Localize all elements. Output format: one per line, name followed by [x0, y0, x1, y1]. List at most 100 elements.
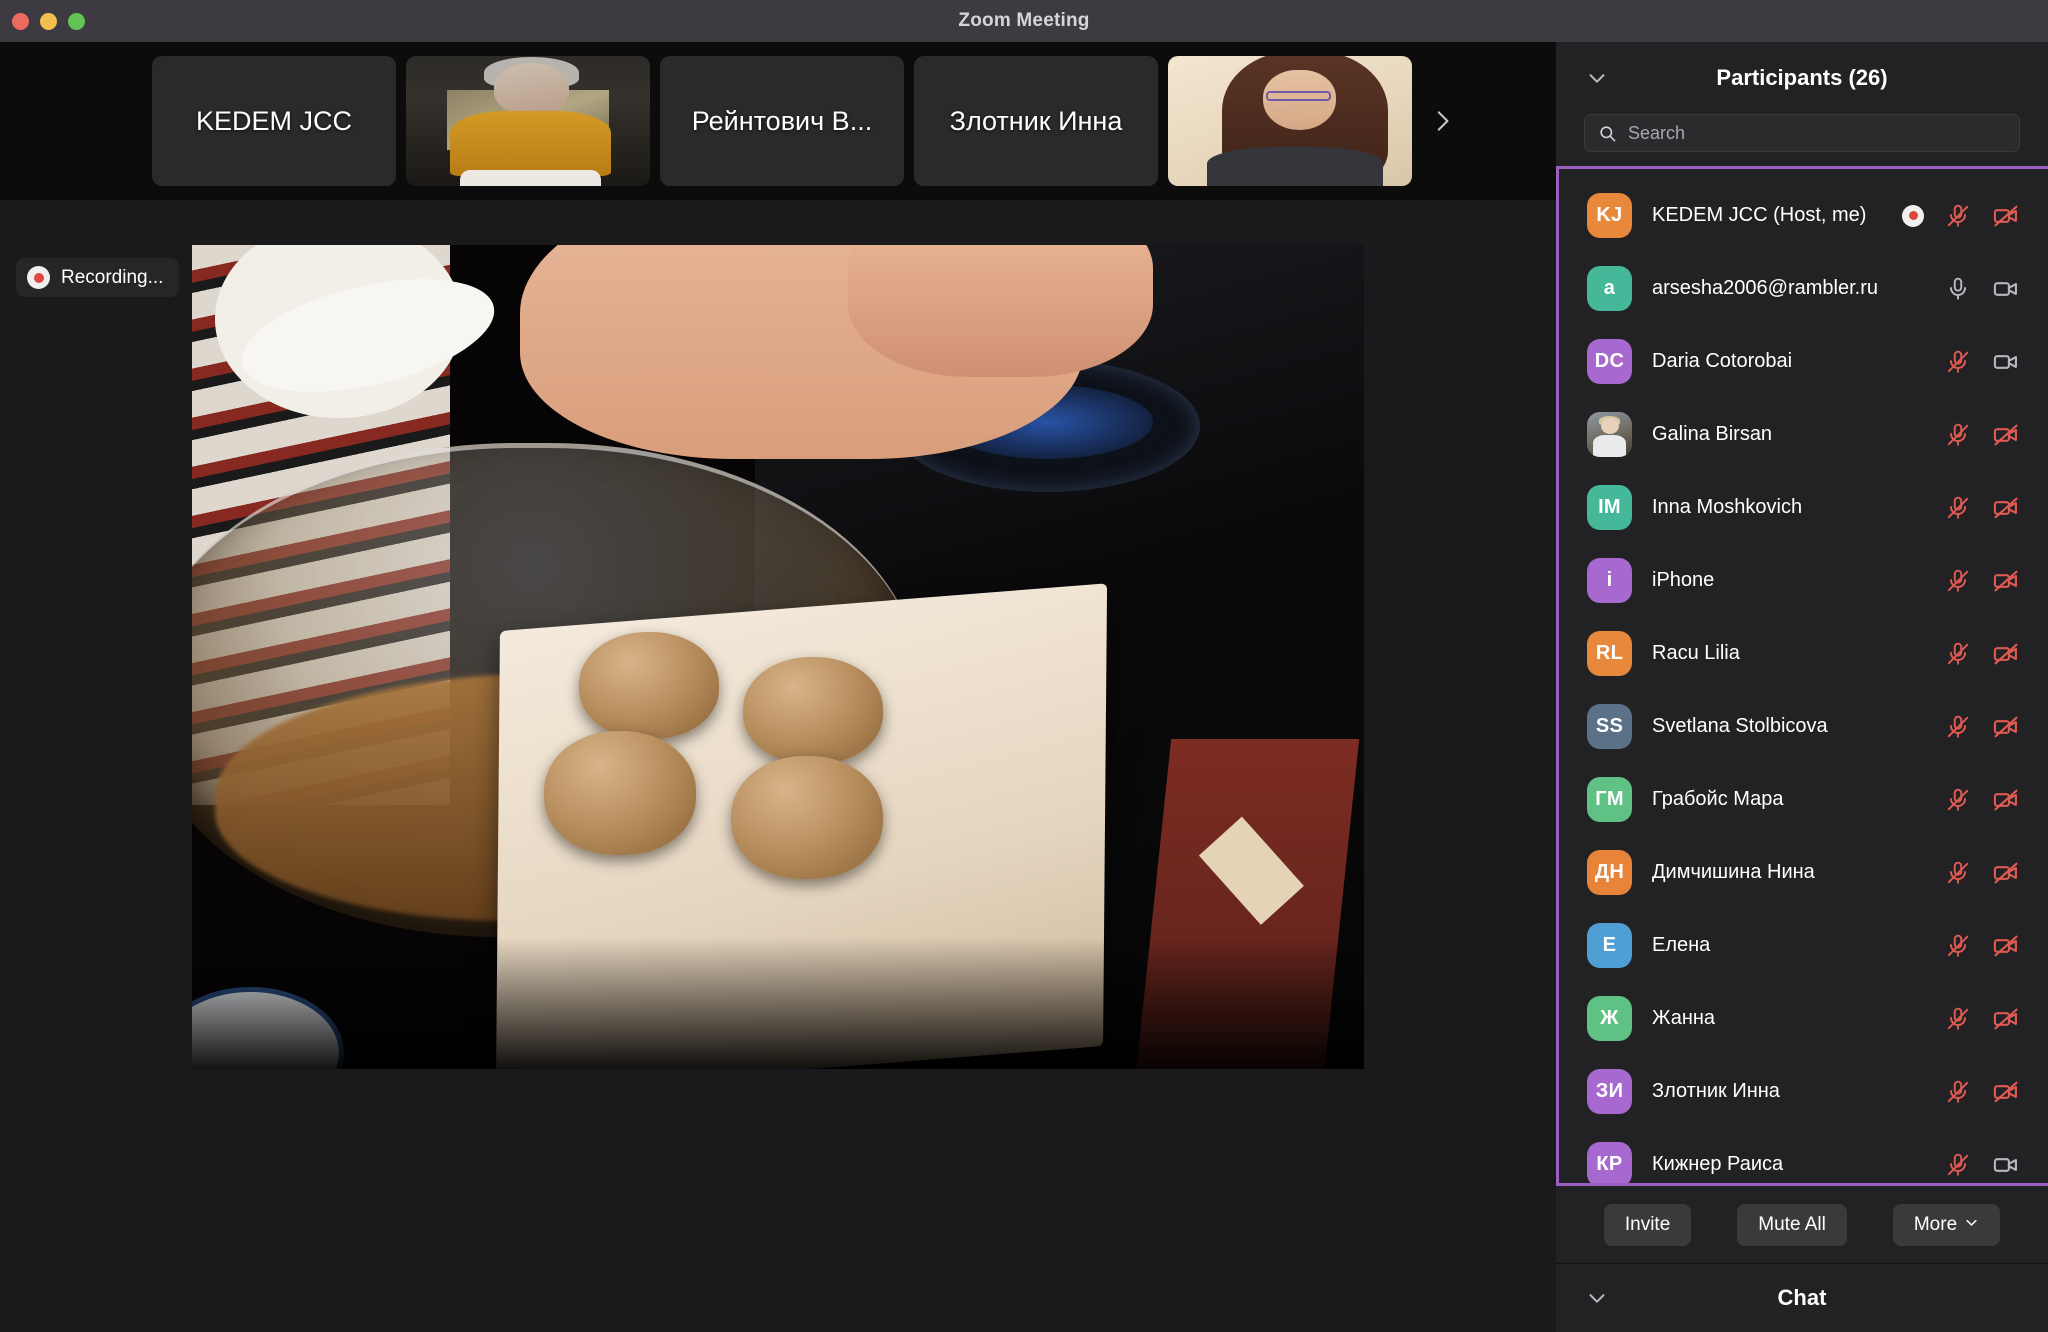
participant-status-icons — [1944, 1078, 2020, 1106]
avatar: ГМ — [1587, 777, 1632, 822]
close-window-button[interactable] — [12, 12, 29, 30]
avatar-initials: KJ — [1596, 204, 1623, 226]
camera-off-icon[interactable] — [1992, 640, 2020, 668]
participant-name: Daria Cotorobai — [1652, 350, 1793, 372]
participant-row[interactable]: i iPhone — [1559, 544, 2048, 617]
avatar: KJ — [1587, 193, 1632, 238]
chevron-down-icon[interactable] — [1586, 1287, 1608, 1309]
participant-row[interactable]: Galina Birsan — [1559, 398, 2048, 471]
avatar: SS — [1587, 704, 1632, 749]
camera-off-icon[interactable] — [1992, 202, 2020, 230]
thumbnail-video-feed — [1168, 56, 1412, 186]
video-frame-art — [192, 245, 1364, 1069]
maximize-window-button[interactable] — [68, 12, 85, 30]
camera-off-icon[interactable] — [1992, 713, 2020, 741]
microphone-muted-icon[interactable] — [1944, 1151, 1972, 1179]
participant-row[interactable]: ЗИ Злотник Инна — [1559, 1055, 2048, 1128]
avatar: i — [1587, 558, 1632, 603]
participant-name: arsesha2006@rambler.ru — [1652, 277, 1878, 299]
participants-list[interactable]: KJ KEDEM JCC (Host, me) a arsesha2006@rambl… — [1559, 169, 2048, 1183]
filmstrip-thumbnail-reyntovich[interactable]: Рейнтович В... — [660, 56, 904, 186]
microphone-muted-icon[interactable] — [1944, 786, 1972, 814]
recording-label: Recording... — [61, 266, 164, 288]
avatar-initials: IM — [1598, 496, 1621, 518]
microphone-muted-icon[interactable] — [1944, 713, 1972, 741]
participant-name: Елена — [1652, 934, 1711, 956]
microphone-muted-icon[interactable] — [1944, 494, 1972, 522]
camera-icon[interactable] — [1992, 275, 2020, 303]
filmstrip-thumbnail-kedem-jcc[interactable]: KEDEM JCC — [152, 56, 396, 186]
filmstrip-thumbnail-video-galina[interactable] — [406, 56, 650, 186]
avatar: ЗИ — [1587, 1069, 1632, 1114]
participant-row[interactable]: a arsesha2006@rambler.ru — [1559, 252, 2048, 325]
participant-row[interactable]: Е Елена — [1559, 909, 2048, 982]
camera-off-icon[interactable] — [1992, 1005, 2020, 1033]
participant-status-icons — [1944, 567, 2020, 595]
avatar: КР — [1587, 1142, 1632, 1183]
participant-row[interactable]: RL Racu Lilia — [1559, 617, 2048, 690]
participant-name: Svetlana Stolbicova — [1652, 715, 1828, 737]
microphone-muted-icon[interactable] — [1944, 202, 1972, 230]
chevron-down-icon[interactable] — [1586, 67, 1608, 89]
mute-all-button[interactable]: Mute All — [1737, 1203, 1847, 1246]
record-dot-icon — [27, 266, 50, 289]
chevron-right-icon[interactable] — [1422, 56, 1462, 186]
microphone-muted-icon[interactable] — [1944, 567, 1972, 595]
camera-off-icon[interactable] — [1992, 567, 2020, 595]
shared-video-content[interactable] — [192, 245, 1364, 1069]
traffic-lights — [12, 0, 85, 42]
avatar-initials: ЗИ — [1595, 1080, 1624, 1102]
camera-off-icon[interactable] — [1992, 1078, 2020, 1106]
camera-off-icon[interactable] — [1992, 494, 2020, 522]
search-icon — [1598, 124, 1617, 143]
participant-status-icons — [1944, 1005, 2020, 1033]
participant-row[interactable]: KJ KEDEM JCC (Host, me) — [1559, 179, 2048, 252]
participant-status-icons — [1944, 348, 2020, 376]
recording-indicator[interactable]: Recording... — [16, 258, 180, 297]
participant-row[interactable]: ГМ Грабойс Мара — [1559, 763, 2048, 836]
participant-row[interactable]: SS Svetlana Stolbicova — [1559, 690, 2048, 763]
participant-row[interactable]: ДН Димчишина Нина — [1559, 836, 2048, 909]
more-button[interactable]: More — [1892, 1203, 2001, 1246]
camera-off-icon[interactable] — [1992, 421, 2020, 449]
microphone-muted-icon[interactable] — [1944, 348, 1972, 376]
invite-button[interactable]: Invite — [1603, 1203, 1692, 1246]
participant-row[interactable]: DC Daria Cotorobai — [1559, 325, 2048, 398]
participant-row[interactable]: Ж Жанна — [1559, 982, 2048, 1055]
microphone-muted-icon[interactable] — [1944, 859, 1972, 887]
thumbnail-name-label: Рейнтович В... — [691, 105, 873, 136]
filmstrip-thumbnail-zlotnik-inna[interactable]: Злотник Инна — [914, 56, 1158, 186]
microphone-muted-icon[interactable] — [1944, 421, 1972, 449]
chat-title: Chat — [1777, 1285, 1827, 1310]
chat-panel-header[interactable]: Chat — [1556, 1264, 2048, 1332]
camera-off-icon[interactable] — [1992, 859, 2020, 887]
microphone-icon[interactable] — [1944, 275, 1972, 303]
participant-name: Злотник Инна — [1652, 1080, 1780, 1102]
camera-off-icon[interactable] — [1992, 932, 2020, 960]
participant-status-icons — [1944, 786, 2020, 814]
participants-title: Participants (26) — [1716, 65, 1888, 90]
microphone-muted-icon[interactable] — [1944, 1005, 1972, 1033]
minimize-window-button[interactable] — [40, 12, 57, 30]
participant-row[interactable]: IM Inna Moshkovich — [1559, 471, 2048, 544]
window-title: Zoom Meeting — [958, 10, 1090, 31]
search-box[interactable] — [1584, 114, 2020, 152]
participant-name: Грабойс Мара — [1652, 788, 1784, 810]
microphone-muted-icon[interactable] — [1944, 640, 1972, 668]
thumbnail-name-label: Злотник Инна — [949, 105, 1123, 136]
participant-status-icons — [1944, 275, 2020, 303]
participant-filmstrip[interactable]: KEDEM JCC Рейнтович В... Злотник Инна — [0, 42, 1556, 200]
chevron-down-icon — [1964, 1214, 1979, 1236]
search-input[interactable] — [1628, 122, 2006, 144]
microphone-muted-icon[interactable] — [1944, 932, 1972, 960]
microphone-muted-icon[interactable] — [1944, 1078, 1972, 1106]
camera-icon[interactable] — [1992, 1151, 2020, 1179]
filmstrip-thumbnail-video-girl[interactable] — [1168, 56, 1412, 186]
participant-row[interactable]: КР Кижнер Раиса — [1559, 1128, 2048, 1183]
participant-status-icons — [1902, 202, 2020, 230]
camera-icon[interactable] — [1992, 348, 2020, 376]
right-sidebar: Participants (26) KJ KEDEM JCC (Host, me)… — [1556, 42, 2048, 1332]
avatar-initials: i — [1606, 569, 1613, 591]
participant-status-icons — [1944, 494, 2020, 522]
camera-off-icon[interactable] — [1992, 786, 2020, 814]
